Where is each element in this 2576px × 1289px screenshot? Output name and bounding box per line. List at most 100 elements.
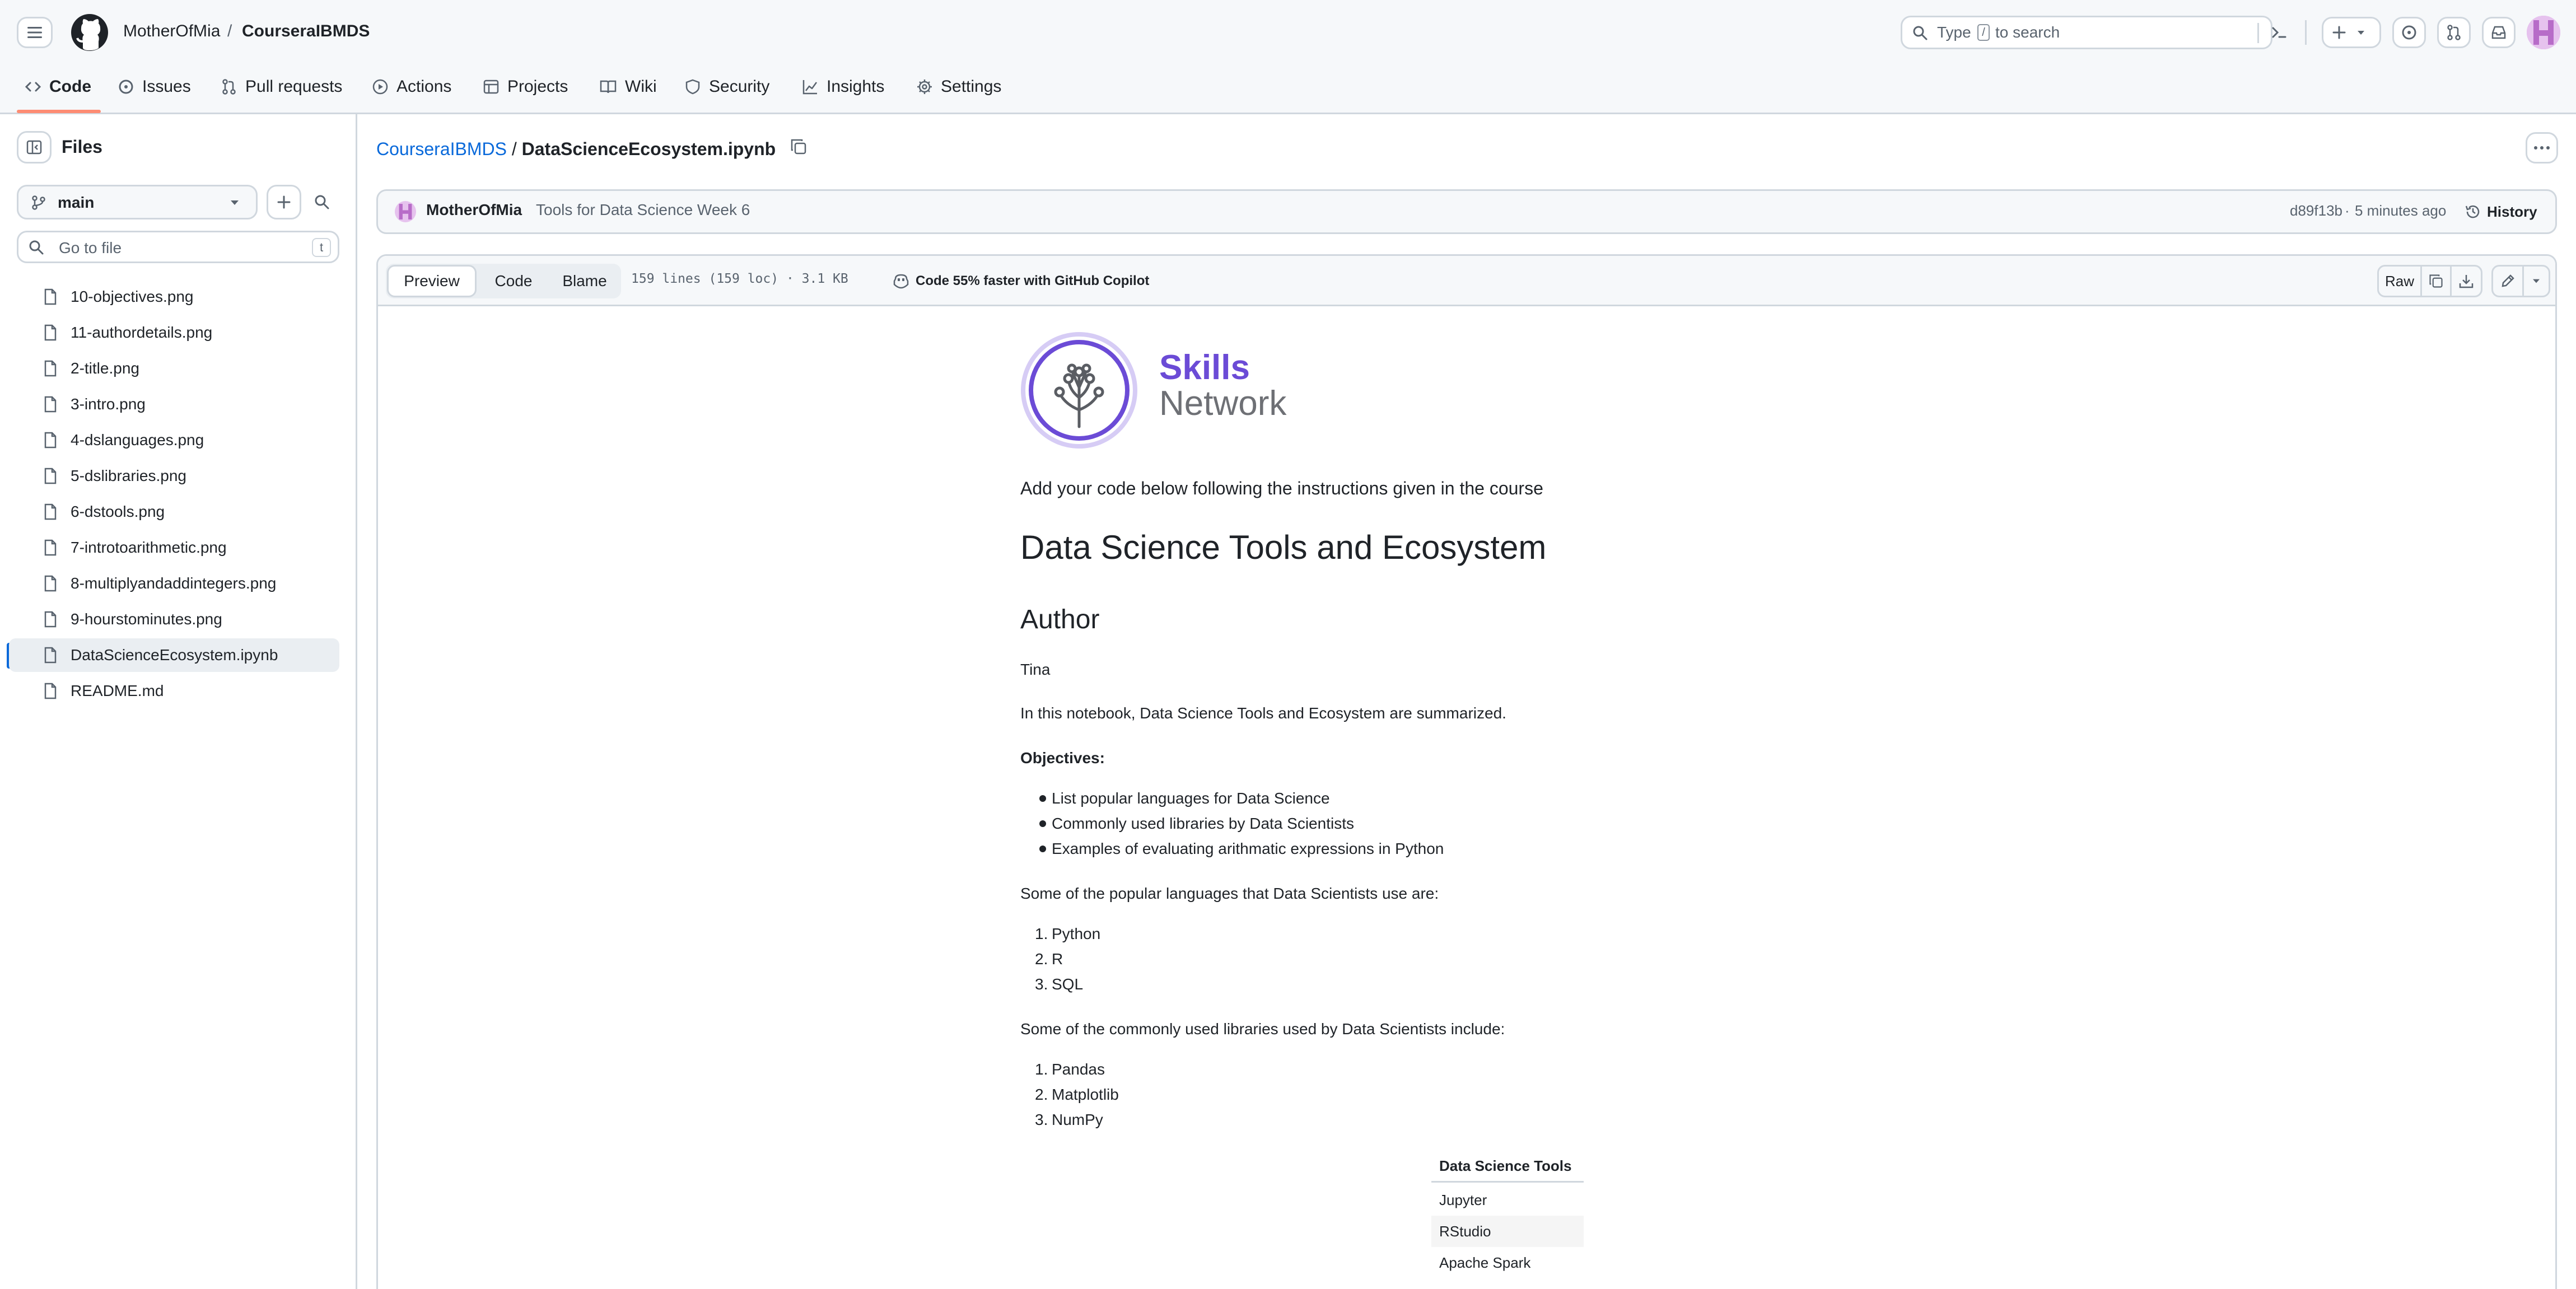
file-item[interactable]: 2-title.png xyxy=(9,352,339,385)
book-icon xyxy=(600,80,617,94)
latest-commit-bar: MotherOfMia Tools for Data Science Week … xyxy=(376,189,2557,234)
issue-icon xyxy=(2402,25,2416,40)
pull-requests-button[interactable] xyxy=(2437,17,2471,48)
file-item[interactable]: 7-introtoarithmetic.png xyxy=(9,531,339,564)
search-input[interactable]: Type / to search xyxy=(1901,16,2272,49)
branch-selector[interactable]: main xyxy=(17,185,258,219)
raw-label: Raw xyxy=(2384,272,2414,289)
file-name-title: DataScienceEcosystem.ipynb xyxy=(521,139,776,159)
author-heading: Author xyxy=(1020,605,1100,634)
file-item[interactable]: 6-dstools.png xyxy=(9,495,339,529)
list-number: 3. xyxy=(1035,1111,1048,1128)
go-to-file-shortcut: t xyxy=(312,238,331,257)
tab-settings[interactable]: Settings xyxy=(916,73,1001,101)
file-icon xyxy=(44,611,57,628)
file-icon xyxy=(44,539,57,556)
tab-blame[interactable]: Blame xyxy=(549,265,620,297)
file-icon xyxy=(44,647,57,664)
repo-owner-link[interactable]: MotherOfMia xyxy=(123,20,220,43)
go-to-file-input[interactable]: Go to file t xyxy=(17,231,339,263)
file-info: 159 lines (159 loc) · 3.1 KB xyxy=(631,272,848,286)
search-files-button[interactable] xyxy=(305,185,339,219)
summary-text: In this notebook, Data Science Tools and… xyxy=(1020,704,1506,722)
table-cell: Jupyter xyxy=(1439,1191,1487,1208)
more-options-button[interactable] xyxy=(2526,132,2558,164)
tab-wiki[interactable]: Wiki xyxy=(599,73,657,101)
language-item: Python xyxy=(1052,925,1101,942)
search-icon xyxy=(315,195,329,209)
list-number: 1. xyxy=(1035,1061,1048,1078)
search-placeholder-prefix: Type xyxy=(1937,24,1971,41)
tab-code-view[interactable]: Code xyxy=(479,265,548,297)
copy-path-button[interactable] xyxy=(790,138,812,160)
collapse-sidebar-button[interactable] xyxy=(17,131,52,164)
breadcrumb-separator: / xyxy=(227,22,232,40)
tab-preview[interactable]: Preview xyxy=(387,265,477,297)
copy-icon xyxy=(2429,274,2443,288)
tab-code[interactable]: Code xyxy=(25,73,91,101)
breadcrumb-repo-link[interactable]: CourseraIBMDS xyxy=(376,139,507,159)
commit-time: 5 minutes ago xyxy=(2355,202,2447,219)
repo-name-link[interactable]: CourseraIBMDS xyxy=(242,20,370,43)
copy-raw-button[interactable] xyxy=(2420,265,2452,297)
tab-actions[interactable]: Actions xyxy=(372,73,451,101)
chevron-down-icon xyxy=(2533,279,2540,283)
edit-file-button[interactable] xyxy=(2491,265,2524,297)
pencil-icon xyxy=(2502,274,2514,287)
repo-header: MotherOfMia / CourseraIBMDS Type / to se… xyxy=(0,0,2576,114)
logo-text-network: Network xyxy=(1159,384,1287,423)
issues-button[interactable] xyxy=(2392,17,2426,48)
edit-dropdown-button[interactable] xyxy=(2522,265,2550,297)
file-item[interactable]: 10-objectives.png xyxy=(9,280,339,314)
file-viewer: Preview Code Blame 159 lines (159 loc) ·… xyxy=(376,254,2557,1289)
tab-pull-requests[interactable]: Pull requests xyxy=(221,73,342,101)
raw-button[interactable]: Raw xyxy=(2377,265,2422,297)
create-new-button[interactable] xyxy=(2322,17,2381,48)
tab-pull-requests-label: Pull requests xyxy=(245,77,343,96)
file-item[interactable]: 8-multiplyandaddintegers.png xyxy=(9,567,339,600)
file-item[interactable]: 11-authordetails.png xyxy=(9,316,339,349)
commit-author[interactable]: MotherOfMia xyxy=(426,201,522,219)
file-viewer-toolbar: Preview Code Blame 159 lines (159 loc) ·… xyxy=(378,256,2555,306)
plus-icon xyxy=(277,195,291,209)
avatar[interactable] xyxy=(2527,16,2560,49)
file-item[interactable]: 5-dslibraries.png xyxy=(9,459,339,493)
git-branch-icon xyxy=(32,195,45,210)
copilot-promo-label: Code 55% faster with GitHub Copilot xyxy=(916,273,1150,288)
file-item[interactable]: 3-intro.png xyxy=(9,387,339,421)
copilot-icon xyxy=(893,274,909,289)
file-item-active[interactable]: DataScienceEcosystem.ipynb xyxy=(9,638,339,672)
github-logo-icon[interactable] xyxy=(71,13,109,52)
commit-sha[interactable]: d89f13b xyxy=(2290,202,2342,219)
list-number: 1. xyxy=(1035,925,1048,942)
download-button[interactable] xyxy=(2450,265,2482,297)
terminal-icon xyxy=(2272,27,2286,38)
inbox-button[interactable] xyxy=(2482,17,2516,48)
add-file-button[interactable] xyxy=(267,185,301,219)
history-button[interactable]: History xyxy=(2465,198,2537,226)
issue-icon xyxy=(119,80,133,94)
tab-insights[interactable]: Insights xyxy=(802,73,884,101)
file-item[interactable]: README.md xyxy=(9,674,339,708)
file-item[interactable]: 9-hourstominutes.png xyxy=(9,603,339,636)
file-name: README.md xyxy=(71,682,164,699)
tab-issues[interactable]: Issues xyxy=(118,73,191,101)
author-name: Tina xyxy=(1020,661,1051,678)
author-avatar[interactable] xyxy=(395,201,416,222)
file-icon xyxy=(44,575,57,592)
bullet-marker xyxy=(1039,820,1046,827)
history-label: History xyxy=(2487,203,2537,220)
intro-text: Add your code below following the instru… xyxy=(1020,478,1543,498)
tab-blame-label: Blame xyxy=(562,272,607,289)
graph-icon xyxy=(802,80,818,95)
command-palette-button[interactable] xyxy=(2264,16,2295,49)
download-icon xyxy=(2459,275,2474,288)
commit-message[interactable]: Tools for Data Science Week 6 xyxy=(536,201,750,219)
table-icon xyxy=(483,80,499,94)
file-item[interactable]: 4-dslanguages.png xyxy=(9,423,339,457)
tab-projects[interactable]: Projects xyxy=(483,73,568,101)
library-item: Matplotlib xyxy=(1052,1086,1119,1103)
menu-button[interactable] xyxy=(17,17,53,48)
tab-security[interactable]: Security xyxy=(684,73,769,101)
copilot-promo-link[interactable]: Code 55% faster with GitHub Copilot xyxy=(892,266,1149,296)
